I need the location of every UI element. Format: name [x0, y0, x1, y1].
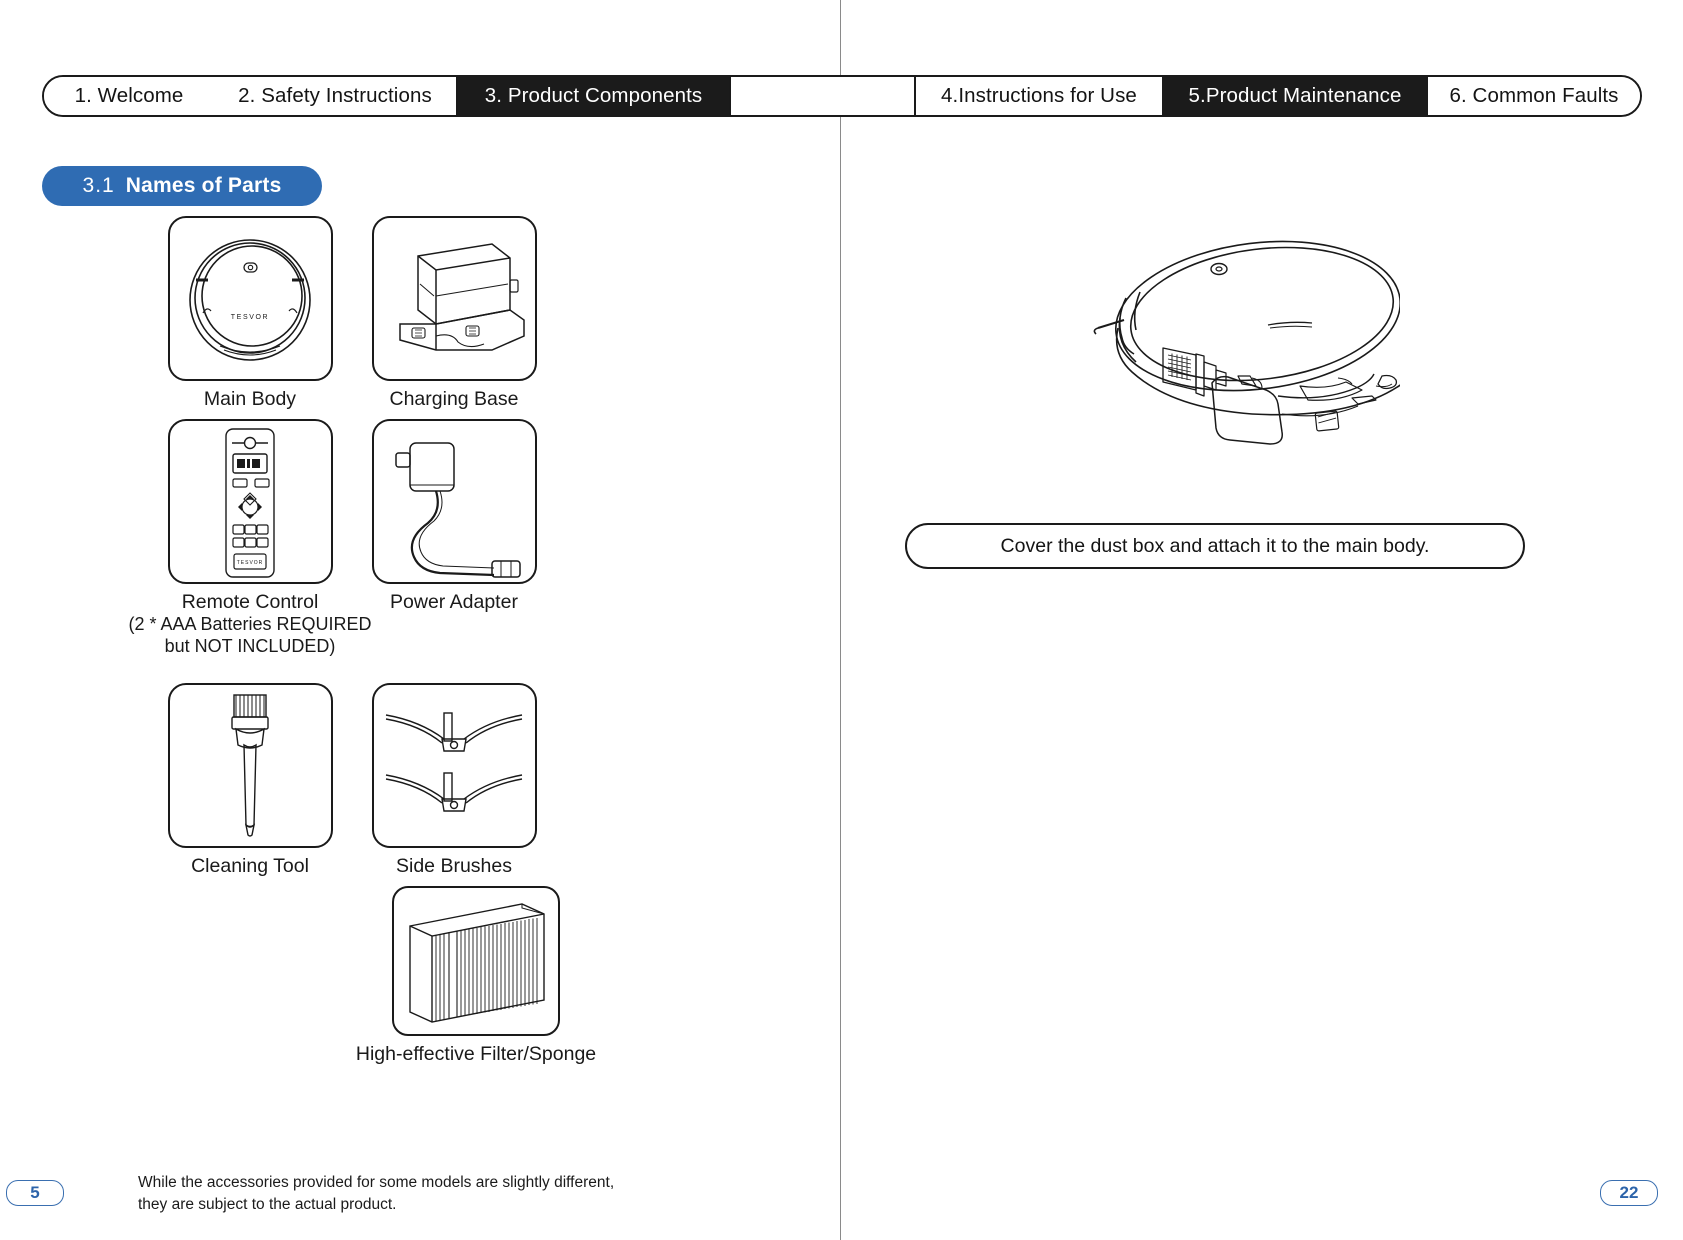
parts-grid: TESVOR Main Body Charging Base TESVOR Re… [128, 216, 680, 1066]
part-cleaning-tool: Cleaning Tool [160, 683, 340, 878]
part-remote-control-note-line2: but NOT INCLUDED) [164, 635, 336, 656]
robot-vacuum-illustration [1000, 200, 1400, 450]
part-main-body-image: TESVOR [167, 216, 333, 381]
part-side-brushes: Side Brushes [364, 683, 544, 878]
tab-instructions-for-use-label: 4.Instructions for Use [941, 84, 1137, 107]
page-number-left: 5 [6, 1180, 64, 1206]
part-remote-control-label: Remote Control [181, 591, 319, 613]
tab-product-maintenance[interactable]: 5.Product Maintenance [1162, 77, 1428, 115]
part-charging-base-image [371, 216, 537, 381]
instruction-callout: Cover the dust box and attach it to the … [905, 523, 1525, 569]
accessories-footnote-line1: While the accessories provided for some … [138, 1174, 615, 1191]
tab-common-faults[interactable]: 6. Common Faults [1428, 77, 1640, 115]
part-power-adapter-label: Power Adapter [390, 591, 518, 613]
tab-safety-instructions-label: 2. Safety Instructions [238, 84, 432, 107]
tab-product-components-label: 3. Product Components [484, 84, 703, 107]
tab-product-maintenance-label: 5.Product Maintenance [1188, 84, 1402, 107]
tab-welcome[interactable]: 1. Welcome [44, 77, 214, 115]
part-remote-control: TESVOR Remote Control (2 * AAA Batteries… [128, 419, 372, 657]
tab-common-faults-label: 6. Common Faults [1449, 84, 1619, 107]
part-main-body-label: Main Body [203, 388, 297, 410]
section-heading-names-of-parts: 3.1 Names of Parts [42, 166, 322, 206]
tab-welcome-label: 1. Welcome [74, 84, 184, 107]
part-side-brushes-label: Side Brushes [396, 855, 512, 878]
parts-row-3: Cleaning Tool Side Brushes [160, 683, 680, 878]
page-number-right: 22 [1600, 1180, 1658, 1206]
section-title: Names of Parts [125, 174, 282, 197]
part-side-brushes-image [371, 683, 537, 849]
part-power-adapter: Power Adapter [364, 419, 544, 657]
part-power-adapter-image [371, 419, 537, 584]
remote-logo-text: TESVOR [236, 560, 263, 566]
tab-blank-spacer [729, 77, 914, 115]
part-filter-sponge-image [392, 886, 560, 1037]
part-filter-sponge-label: High-effective Filter/Sponge [355, 1043, 597, 1066]
tab-instructions-for-use[interactable]: 4.Instructions for Use [914, 77, 1162, 115]
tab-product-components[interactable]: 3. Product Components [456, 77, 729, 115]
parts-row-1: TESVOR Main Body Charging Base [160, 216, 680, 411]
parts-row-4: High-effective Filter/Sponge [160, 886, 680, 1066]
part-cleaning-tool-image [167, 683, 333, 849]
main-body-logo-text: TESVOR [230, 314, 268, 321]
section-number: 3.1 [82, 174, 115, 197]
page-spine-divider [840, 0, 841, 1240]
accessories-footnote: While the accessories provided for some … [138, 1172, 698, 1217]
part-cleaning-tool-label: Cleaning Tool [191, 855, 309, 878]
tab-safety-instructions[interactable]: 2. Safety Instructions [214, 77, 456, 115]
accessories-footnote-line2: they are subject to the actual product. [138, 1196, 397, 1214]
part-charging-base: Charging Base [364, 216, 544, 411]
part-remote-control-note-line1: (2 * AAA Batteries REQUIRED [128, 614, 372, 634]
part-filter-sponge: High-effective Filter/Sponge [356, 886, 596, 1066]
parts-row-2: TESVOR Remote Control (2 * AAA Batteries… [128, 419, 680, 657]
part-charging-base-label: Charging Base [389, 388, 519, 410]
part-remote-control-image: TESVOR [167, 419, 333, 584]
instruction-callout-text: Cover the dust box and attach it to the … [1000, 534, 1430, 557]
chapter-tabbar: 1. Welcome 2. Safety Instructions 3. Pro… [42, 75, 1642, 117]
part-main-body: TESVOR Main Body [160, 216, 340, 411]
